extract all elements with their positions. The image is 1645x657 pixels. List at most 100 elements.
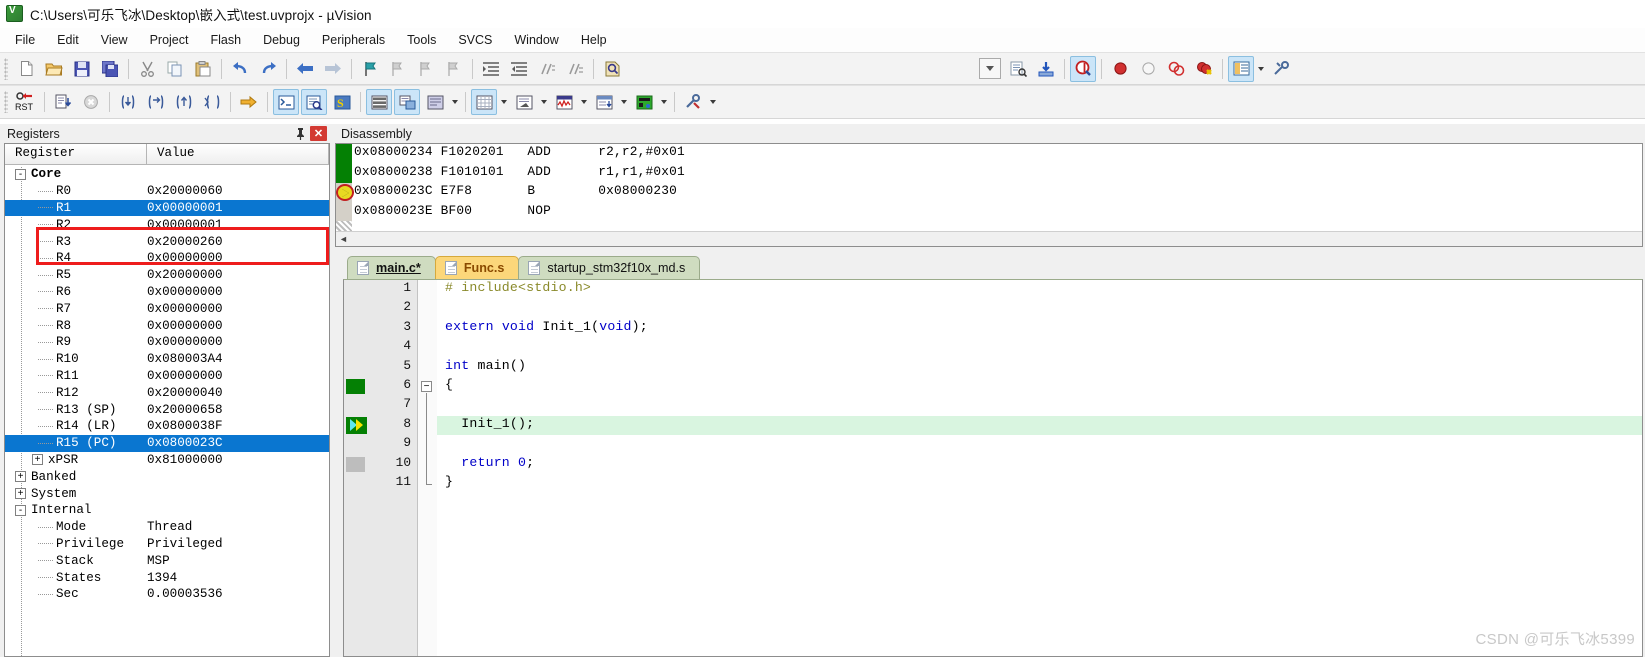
watch-windows-icon[interactable] bbox=[422, 89, 448, 115]
register-row[interactable]: R11 0x00000000 bbox=[5, 368, 329, 385]
register-value-cell[interactable]: 0x00000000 bbox=[147, 369, 329, 383]
register-row[interactable]: R13 (SP) 0x20000658 bbox=[5, 401, 329, 418]
cut-icon[interactable] bbox=[134, 56, 160, 82]
editor-code-line[interactable]: Init_1(); bbox=[437, 415, 1642, 436]
editor-code-area[interactable]: # include<stdio.h> extern void Init_1(voi… bbox=[437, 280, 1642, 656]
memory-windows-dropdown-icon[interactable] bbox=[498, 89, 510, 115]
register-row[interactable]: R7 0x00000000 bbox=[5, 300, 329, 317]
editor-tab[interactable]: startup_stm32f10x_md.s bbox=[518, 256, 701, 279]
register-value-cell[interactable]: 0x00000001 bbox=[147, 201, 329, 215]
registers-row-list[interactable]: - Core R0 0x20000060 R1 0x00000001 R2 0x0000000… bbox=[5, 165, 329, 656]
close-icon[interactable]: ✕ bbox=[310, 126, 327, 141]
menu-project[interactable]: Project bbox=[139, 30, 200, 50]
register-value-cell[interactable]: Privileged bbox=[147, 537, 329, 551]
register-row[interactable]: + Banked bbox=[5, 468, 329, 485]
system-viewer-dropdown-icon[interactable] bbox=[658, 89, 670, 115]
register-value-cell[interactable]: 0x81000000 bbox=[147, 453, 329, 467]
collapse-icon[interactable]: − bbox=[421, 381, 432, 392]
undo-icon[interactable] bbox=[227, 56, 253, 82]
register-row[interactable]: R1 0x00000001 bbox=[5, 199, 329, 217]
register-row[interactable]: R10 0x080003A4 bbox=[5, 351, 329, 368]
paste-icon[interactable] bbox=[190, 56, 216, 82]
editor-code-line[interactable]: extern void Init_1(void); bbox=[437, 319, 1642, 338]
editor-breakpoint-gutter[interactable] bbox=[344, 280, 367, 656]
menu-file[interactable]: File bbox=[4, 30, 46, 50]
watch-windows-dropdown-icon[interactable] bbox=[449, 89, 461, 115]
editor-code-line[interactable] bbox=[437, 435, 1642, 454]
manage-windows-icon[interactable] bbox=[1228, 55, 1254, 82]
register-value-cell[interactable]: 0x080003A4 bbox=[147, 352, 329, 366]
editor-code-line[interactable] bbox=[437, 299, 1642, 318]
disassembly-line[interactable]: 0x08000234 F1020201 ADD r2,r2,#0x01 bbox=[354, 144, 1642, 164]
menu-window[interactable]: Window bbox=[503, 30, 569, 50]
manage-windows-dropdown-icon[interactable] bbox=[1255, 56, 1267, 82]
bookmark-prev-icon[interactable] bbox=[385, 56, 411, 82]
serial-windows-dropdown-icon[interactable] bbox=[538, 89, 550, 115]
disassembly-line[interactable]: 0x0800023C E7F8 B 0x08000230 bbox=[354, 183, 1642, 203]
bookmark-next-icon[interactable] bbox=[413, 56, 439, 82]
register-row[interactable]: Sec 0.00003536 bbox=[5, 586, 329, 603]
run-to-cursor-icon[interactable] bbox=[199, 89, 225, 115]
register-row[interactable]: R0 0x20000060 bbox=[5, 183, 329, 200]
register-row[interactable]: R12 0x20000040 bbox=[5, 384, 329, 401]
column-header-value[interactable]: Value bbox=[147, 144, 329, 164]
register-value-cell[interactable]: 0x0800038F bbox=[147, 419, 329, 433]
analysis-windows-icon[interactable] bbox=[551, 89, 577, 115]
new-file-icon[interactable] bbox=[13, 56, 39, 82]
editor-code-line[interactable]: { bbox=[437, 377, 1642, 396]
menu-tools[interactable]: Tools bbox=[396, 30, 447, 50]
toolbox-dropdown-icon[interactable] bbox=[707, 89, 719, 115]
menu-view[interactable]: View bbox=[90, 30, 139, 50]
navigate-forward-icon[interactable] bbox=[320, 56, 346, 82]
expand-icon[interactable]: + bbox=[32, 454, 43, 466]
disable-all-breakpoints-icon[interactable] bbox=[1163, 56, 1189, 82]
register-value-cell[interactable]: 1394 bbox=[147, 571, 329, 585]
register-row[interactable]: R6 0x00000000 bbox=[5, 284, 329, 301]
code-editor[interactable]: 1 2 3 4 5 6 7 8 9 10 11 − # include<stdio.h> extern… bbox=[343, 279, 1643, 657]
editor-fold-gutter[interactable]: − bbox=[418, 280, 437, 656]
save-all-icon[interactable] bbox=[97, 56, 123, 82]
command-window-icon[interactable] bbox=[273, 89, 299, 115]
editor-code-line[interactable]: # include<stdio.h> bbox=[437, 280, 1642, 299]
register-row[interactable]: - Core bbox=[5, 166, 329, 183]
register-value-cell[interactable]: 0x20000000 bbox=[147, 268, 329, 282]
register-row[interactable]: R8 0x00000000 bbox=[5, 317, 329, 334]
indent-increase-icon[interactable] bbox=[478, 56, 504, 82]
register-row[interactable]: + System bbox=[5, 485, 329, 502]
start-stop-debug-icon[interactable] bbox=[1070, 55, 1096, 82]
bookmark-clear-icon[interactable] bbox=[441, 56, 467, 82]
kill-all-breakpoints-icon[interactable] bbox=[1191, 56, 1217, 82]
menu-help[interactable]: Help bbox=[570, 30, 618, 50]
disassembly-line[interactable]: 0x08000238 F1010101 ADD r1,r1,#0x01 bbox=[354, 164, 1642, 184]
pin-icon[interactable] bbox=[292, 126, 308, 142]
insert-breakpoint-icon[interactable] bbox=[1107, 56, 1133, 82]
register-value-cell[interactable]: 0x00000000 bbox=[147, 285, 329, 299]
configure-target-icon[interactable] bbox=[1268, 56, 1294, 82]
trace-windows-icon[interactable] bbox=[591, 89, 617, 115]
register-value-cell[interactable]: 0x00000000 bbox=[147, 302, 329, 316]
bookmark-toggle-icon[interactable] bbox=[357, 56, 383, 82]
indent-decrease-icon[interactable] bbox=[506, 56, 532, 82]
editor-tab-strip[interactable]: main.c* Func.s startup_stm32f10x_md.s bbox=[333, 253, 1645, 279]
step-out-icon[interactable] bbox=[171, 89, 197, 115]
editor-tab[interactable]: Func.s bbox=[434, 256, 520, 279]
run-icon[interactable] bbox=[50, 89, 76, 115]
register-row[interactable]: - Internal bbox=[5, 502, 329, 519]
menu-svcs[interactable]: SVCS bbox=[447, 30, 503, 50]
editor-tab[interactable]: main.c* bbox=[347, 256, 436, 279]
register-value-cell[interactable]: 0x00000000 bbox=[147, 319, 329, 333]
column-header-register[interactable]: Register bbox=[5, 144, 147, 164]
editor-code-line[interactable]: return 0; bbox=[437, 455, 1642, 474]
redo-icon[interactable] bbox=[255, 56, 281, 82]
menu-edit[interactable]: Edit bbox=[46, 30, 90, 50]
menu-debug[interactable]: Debug bbox=[252, 30, 311, 50]
disassembly-hscrollbar[interactable]: ◄ bbox=[336, 231, 1642, 246]
menu-peripherals[interactable]: Peripherals bbox=[311, 30, 396, 50]
navigate-back-icon[interactable] bbox=[292, 56, 318, 82]
register-value-cell[interactable]: 0x00000001 bbox=[147, 218, 329, 232]
register-row[interactable]: R2 0x00000001 bbox=[5, 216, 329, 233]
disassembly-gutter[interactable] bbox=[336, 144, 354, 231]
uncomment-icon[interactable] bbox=[562, 56, 588, 82]
register-row[interactable]: R5 0x20000000 bbox=[5, 267, 329, 284]
disable-breakpoint-icon[interactable] bbox=[1135, 56, 1161, 82]
